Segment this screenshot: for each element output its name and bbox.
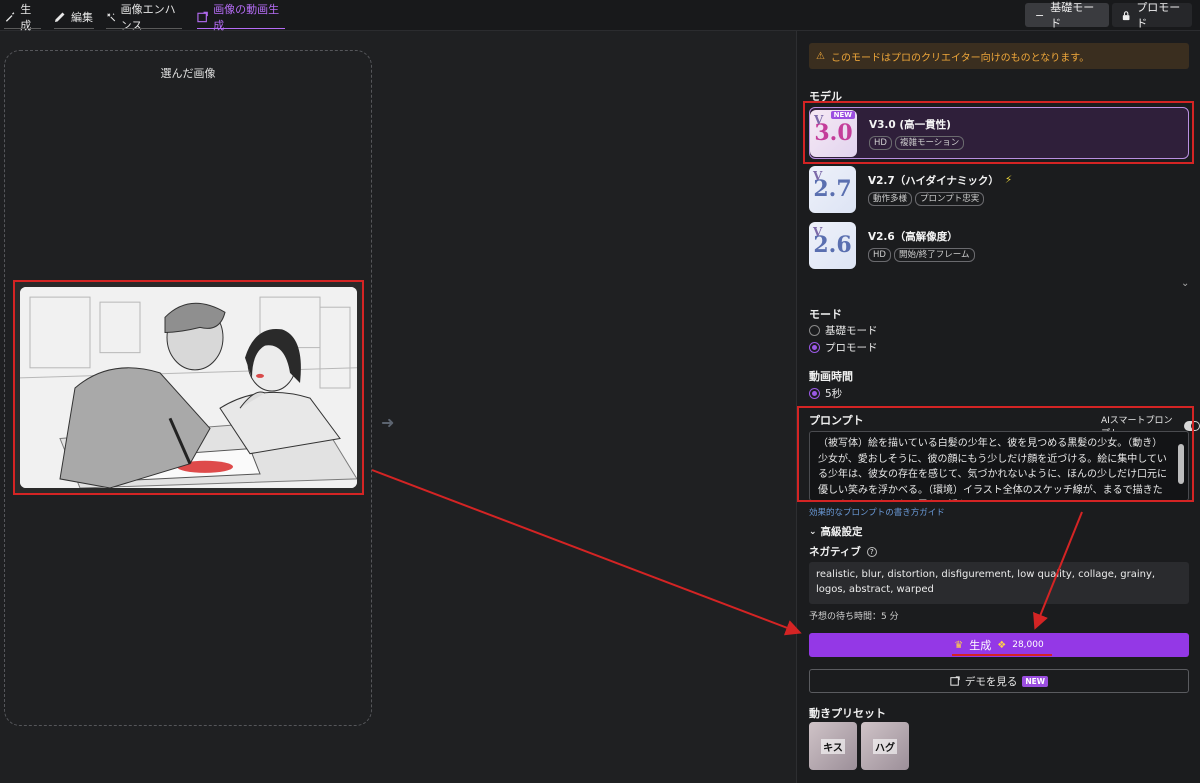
magic-icon <box>107 13 116 22</box>
mode-radio-pro[interactable]: プロモード <box>809 340 878 355</box>
presets-label: 動きプリセット <box>809 707 886 720</box>
chevron-down-icon: ⌄ <box>809 526 817 537</box>
model-option-v26[interactable]: V 2.6 V2.6（高解像度） HD 開始/終了フレーム <box>809 219 1189 271</box>
chevron-down-icon[interactable]: ⌄ <box>1181 278 1189 289</box>
mode-radio-basic[interactable]: 基礎モード <box>809 323 878 338</box>
crown-icon: ♛ <box>954 639 964 651</box>
preset-kiss-label: キス <box>821 738 845 754</box>
prompt-textarea[interactable]: （被写体）絵を描いている白髪の少年と、彼を見つめる黒髪の少女。（動き）少女が、愛… <box>809 431 1189 501</box>
tab-edit[interactable]: 編集 <box>54 7 94 29</box>
demo-label: デモを見る <box>964 675 1018 688</box>
negative-label: ネガティブ <box>809 546 861 558</box>
basic-mode-label: 基礎モード <box>1050 1 1095 30</box>
lightning-icon: ⚡ <box>1004 174 1013 186</box>
model-name-v30: V3.0 (高一貫性) <box>869 118 951 131</box>
preset-kiss[interactable]: キス <box>809 722 857 770</box>
radio-dot <box>809 325 820 336</box>
preset-hug-label: ハグ <box>873 738 897 754</box>
preset-hug[interactable]: ハグ <box>861 722 909 770</box>
selected-image-panel: 選んだ画像 <box>4 50 372 726</box>
mode-radio-pro-label: プロモード <box>825 342 878 354</box>
model-option-v27[interactable]: V 2.7 V2.7（ハイダイナミック） ⚡ 動作多様 プロンプト忠実 <box>809 163 1189 215</box>
minus-icon: − <box>1035 8 1045 22</box>
pro-mode-button[interactable]: プロモード <box>1112 1 1192 30</box>
negative-label-row: ネガティブ ? <box>809 544 877 559</box>
generate-button[interactable]: ♛ 生成 ❖ 28,000 <box>809 633 1189 657</box>
model-thumb-v30: V 3.0 NEW <box>810 109 857 157</box>
model-tag: HD <box>869 135 892 150</box>
model-thumb-v26: V 2.6 <box>809 221 856 269</box>
wait-time-text: 予想の待ち時間：5 分 <box>809 612 899 622</box>
tab-image-to-video[interactable]: 画像の動画生成 <box>197 3 285 32</box>
model-tag: プロンプト忠実 <box>915 191 985 206</box>
new-badge: NEW <box>1022 675 1049 687</box>
generate-cost: 28,000 <box>1012 640 1044 650</box>
brush-icon <box>5 12 15 22</box>
lock-icon <box>1122 10 1130 20</box>
prompt-section-label: プロンプト <box>809 414 864 427</box>
model-thumb-v27: V 2.7 <box>809 165 856 213</box>
demo-button[interactable]: デモを見る NEW <box>809 669 1189 693</box>
radio-dot-selected <box>809 342 820 353</box>
pro-warning-banner: ⚠ このモードはプロのクリエイター向けのものとなります。 <box>809 43 1189 69</box>
model-tag: 複雑モーション <box>894 135 965 150</box>
model-section-label: モデル <box>809 90 842 103</box>
generate-label: 生成 <box>969 639 992 652</box>
duration-section-label: 動画時間 <box>809 370 853 383</box>
model-name-v27: V2.7（ハイダイナミック） <box>868 174 999 187</box>
selected-image-title: 選んだ画像 <box>160 67 216 80</box>
advanced-settings-toggle[interactable]: ⌄ 高級設定 <box>809 524 863 539</box>
model-option-v30[interactable]: V 3.0 NEW V3.0 (高一貫性) HD 複雑モーション <box>809 107 1189 159</box>
duration-value: 5秒 <box>825 388 843 400</box>
model-tag: HD <box>868 247 891 262</box>
selected-image-frame <box>13 280 364 495</box>
coin-icon: ❖ <box>997 639 1007 651</box>
tab-edit-label: 編集 <box>71 11 93 24</box>
model-tag: 開始/終了フレーム <box>893 247 975 262</box>
selected-image[interactable] <box>20 287 357 488</box>
top-bar: 生成 編集 画像エンハンス 画像の動画生成 − 基礎モード プロモード <box>0 0 1200 32</box>
prompt-text: （被写体）絵を描いている白髪の少年と、彼を見つめる黒髪の少女。（動き）少女が、愛… <box>818 438 1167 496</box>
prompt-guide-link[interactable]: 効果的なプロンプトの書き方ガイド <box>809 506 945 518</box>
mode-radio-basic-label: 基礎モード <box>825 325 878 337</box>
model-name-v26: V2.6（高解像度） <box>868 230 958 243</box>
toggle-switch[interactable] <box>1184 421 1200 431</box>
new-badge: NEW <box>830 110 855 119</box>
radio-dot-selected <box>809 388 820 399</box>
negative-prompt-textarea[interactable]: realistic, blur, distortion, disfigureme… <box>809 562 1189 604</box>
sketch-illustration <box>20 287 357 488</box>
basic-mode-button[interactable]: − 基礎モード <box>1025 1 1109 30</box>
tab-generate[interactable]: 生成 <box>4 3 41 32</box>
pencil-icon <box>55 12 65 22</box>
warning-text: このモードはプロのクリエイター向けのものとなります。 <box>830 52 1090 64</box>
model-tag: 動作多様 <box>868 191 913 206</box>
image-to-video-icon <box>950 676 960 686</box>
tab-enhance[interactable]: 画像エンハンス <box>106 3 182 32</box>
advanced-settings-label: 高級設定 <box>820 526 863 538</box>
settings-panel: ⚠ このモードはプロのクリエイター向けのものとなります。 モデル V 3.0 N… <box>796 31 1200 783</box>
prompt-scrollbar[interactable] <box>1176 434 1186 498</box>
mode-section-label: モード <box>809 308 842 321</box>
help-icon[interactable]: ? <box>866 546 877 557</box>
pro-mode-label: プロモード <box>1136 1 1181 30</box>
arrow-right-icon: ➜ <box>381 413 395 432</box>
warning-icon: ⚠ <box>816 50 825 62</box>
image-to-video-icon <box>197 11 208 23</box>
duration-radio-5s[interactable]: 5秒 <box>809 386 842 401</box>
